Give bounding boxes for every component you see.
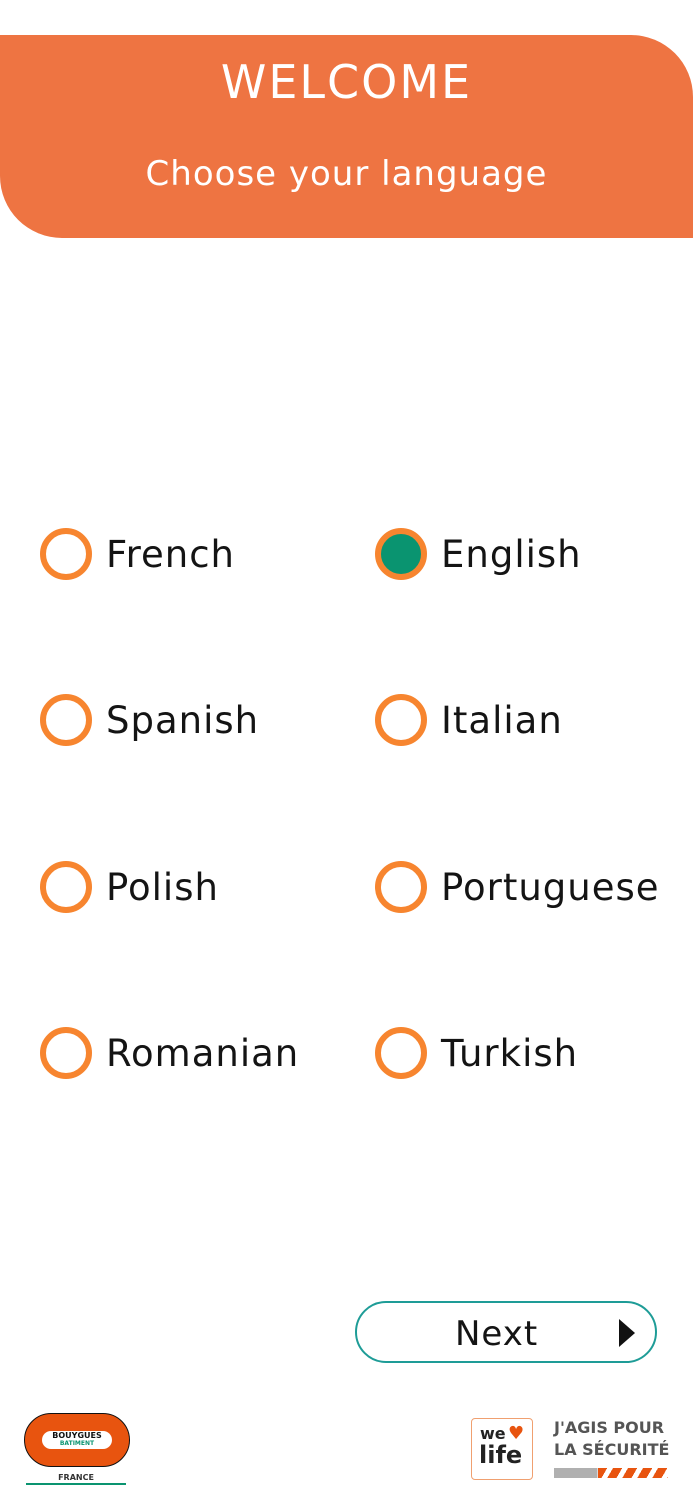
welife-we-text: we [480,1424,506,1443]
radio-spanish[interactable] [40,694,92,746]
language-option-french[interactable]: French [40,524,235,584]
welife-life-text: life [479,1441,523,1469]
language-label: French [106,532,235,576]
safety-line1: J'AGIS POUR [554,1418,665,1437]
language-label: Romanian [106,1031,300,1075]
safety-line2: LA SÉCURITÉ [554,1440,670,1459]
language-option-turkish[interactable]: Turkish [375,1023,578,1083]
next-button-label: Next [455,1314,539,1354]
language-label: Polish [106,865,219,909]
radio-english[interactable] [375,528,427,580]
bouygues-logo: BOUYGUES BATIMENT FRANCE [24,1413,130,1489]
language-label: English [441,532,582,576]
language-label: Italian [441,698,563,742]
language-option-portuguese[interactable]: Portuguese [375,857,660,917]
page-subtitle: Choose your language [145,154,548,194]
radio-romanian[interactable] [40,1027,92,1079]
language-option-romanian[interactable]: Romanian [40,1023,299,1083]
radio-polish[interactable] [40,861,92,913]
language-option-polish[interactable]: Polish [40,857,219,917]
language-option-italian[interactable]: Italian [375,690,563,750]
language-option-english[interactable]: English [375,524,582,584]
logo-text-line1: BOUYGUES [52,1431,102,1440]
language-label: Turkish [441,1031,579,1075]
we-love-life-logo: we ♥ life [471,1418,533,1480]
safety-stripes [598,1468,668,1478]
radio-italian[interactable] [375,694,427,746]
page-title: WELCOME [220,55,473,109]
logo-inner: BOUYGUES BATIMENT [42,1431,112,1449]
safety-slogan-logo: J'AGIS POUR LA SÉCURITÉ [554,1420,674,1484]
language-label: Portuguese [441,865,660,909]
play-arrow-icon [619,1319,635,1347]
language-label: Spanish [106,698,260,742]
radio-french[interactable] [40,528,92,580]
next-button[interactable]: Next [355,1301,657,1363]
logo-underline [26,1483,126,1485]
logo-country: FRANCE [58,1473,94,1482]
logo-text-line2: BATIMENT [59,1440,95,1447]
logo-oval: BOUYGUES BATIMENT [24,1413,130,1467]
language-option-spanish[interactable]: Spanish [40,690,259,750]
radio-turkish[interactable] [375,1027,427,1079]
radio-portuguese[interactable] [375,861,427,913]
welcome-header: WELCOME Choose your language [0,35,693,238]
